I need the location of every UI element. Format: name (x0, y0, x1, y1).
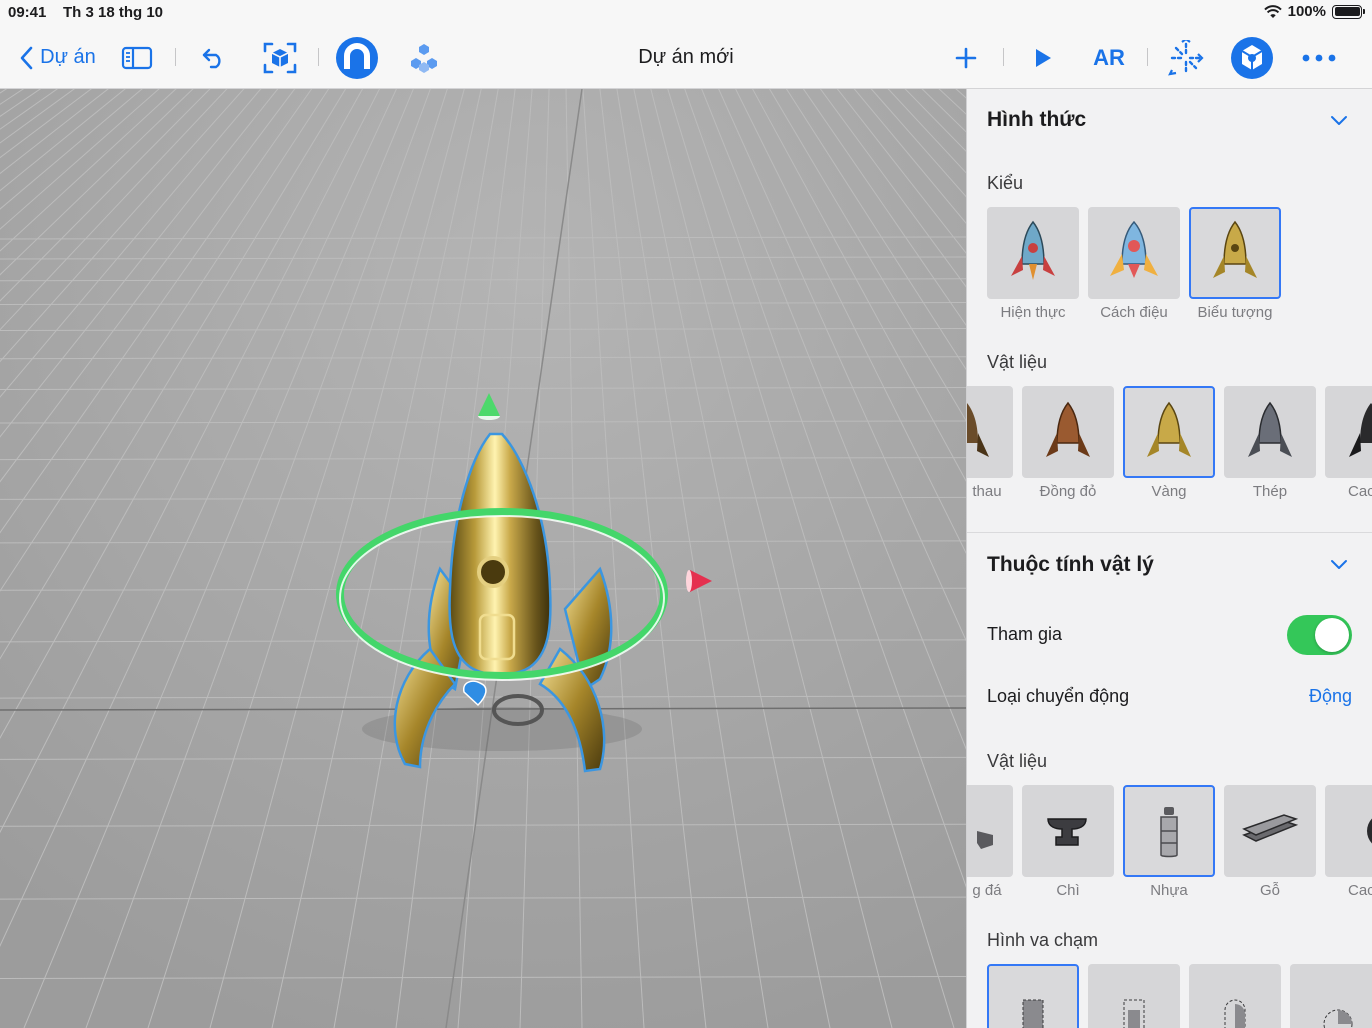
dark-rocket-icon (1349, 403, 1372, 457)
frame-object-button[interactable] (258, 26, 302, 89)
collision-shape-box-tile[interactable] (987, 964, 1079, 1028)
project-title: Dự án mới (638, 46, 734, 68)
section-divider (967, 532, 1372, 533)
scene-viewport[interactable] (0, 89, 966, 1028)
status-date: Th 3 18 thg 10 (63, 4, 164, 21)
capsule-collision-icon (1123, 999, 1145, 1028)
scene-canvas[interactable] (0, 89, 966, 1028)
chevron-left-icon (20, 46, 33, 69)
collision-shape-sphere-tile[interactable] (1290, 964, 1372, 1028)
magnet-icon (336, 36, 378, 79)
anvil-icon (1047, 818, 1087, 846)
collision-shape-label: Hình va chạm (987, 930, 1099, 950)
copper-rocket-icon (1046, 401, 1090, 457)
plus-icon (955, 47, 977, 68)
toolbar-separator (318, 48, 319, 66)
inspector-panel: Hình thức Kiểu Hiện thực Cách điệu Biểu … (966, 89, 1372, 1028)
physics-material-wood-tile[interactable] (1224, 785, 1316, 877)
wood-planks-icon (1242, 814, 1299, 842)
box-collision-icon (1022, 999, 1044, 1028)
object-settings-icon (1231, 36, 1273, 79)
gold-rocket-icon (1213, 220, 1257, 278)
more-button[interactable] (1296, 26, 1342, 89)
style-caption: Hiện thực (1000, 304, 1066, 321)
physics-material-caption: Gỗ (1259, 882, 1280, 899)
play-icon (1036, 48, 1051, 67)
appearance-section-title: Hình thức (987, 108, 1087, 131)
material-caption: Cac (1348, 483, 1372, 500)
move-axes-icon (1168, 39, 1204, 75)
physics-material-label: Vật liệu (987, 751, 1048, 771)
undo-icon (202, 48, 221, 68)
collision-shape-cylinder-tile[interactable] (1189, 964, 1281, 1028)
participates-toggle[interactable] (1287, 615, 1352, 655)
physics-material-rubber-tile[interactable] (1325, 785, 1372, 877)
frame-cube-icon (263, 42, 297, 73)
battery-percent: 100% (1287, 3, 1326, 20)
physics-material-plastic-tile[interactable] (1123, 785, 1215, 877)
inspector-button[interactable] (1228, 26, 1276, 89)
status-right: 100% (1263, 3, 1365, 20)
transform-gizmo-button[interactable] (1164, 26, 1208, 89)
style-caption: Cách điệu (1100, 304, 1168, 321)
ar-button[interactable]: AR (1084, 26, 1134, 89)
gold-rocket-icon (1147, 401, 1191, 457)
battery-icon (1332, 4, 1365, 19)
chevron-down-icon[interactable] (1330, 111, 1348, 129)
plastic-bottle-icon (1160, 807, 1178, 858)
style-realistic-tile[interactable] (987, 207, 1079, 299)
style-iconic-tile[interactable] (1189, 207, 1281, 299)
style-caption: Biểu tượng (1197, 304, 1273, 321)
participates-label: Tham gia (987, 624, 1063, 644)
motion-type-value[interactable]: Động (1309, 686, 1352, 707)
physics-section-title: Thuộc tính vật lý (987, 553, 1154, 576)
sphere-collision-icon (1323, 1009, 1353, 1028)
toolbar-separator (1003, 48, 1004, 66)
material-steel-tile[interactable] (1224, 386, 1316, 478)
material-label: Vật liệu (987, 352, 1048, 372)
cylinder-collision-icon (1224, 999, 1246, 1028)
more-icon (1302, 54, 1336, 61)
physics-material-caption: Nhựa (1150, 882, 1188, 899)
physics-material-caption: Chì (1056, 882, 1080, 899)
undo-button[interactable] (194, 26, 234, 89)
wifi-icon (1263, 4, 1282, 18)
material-gold-tile[interactable] (1123, 386, 1215, 478)
physics-objects-button[interactable] (404, 26, 444, 89)
motion-type-label: Loại chuyển động (987, 686, 1130, 706)
stone-icon (977, 831, 993, 849)
play-button[interactable] (1024, 26, 1062, 89)
material-caption: Vàng (1151, 483, 1187, 500)
toggle-knob (1315, 618, 1349, 652)
falling-cubes-icon (411, 43, 437, 73)
toolbar-separator (175, 48, 176, 66)
toolbar: Dự án Dự án mới AR (0, 26, 1372, 89)
chevron-down-icon[interactable] (1330, 555, 1348, 573)
material-caption: Đồng đỏ (1039, 483, 1097, 500)
status-bar: 09:41 Th 3 18 thg 10 100% (0, 0, 1372, 26)
tire-icon (1367, 818, 1372, 844)
material-caption: Thép (1252, 483, 1288, 500)
snap-magnet-button[interactable] (334, 26, 380, 89)
toolbar-separator (1147, 48, 1148, 66)
back-button[interactable]: Dự án (12, 26, 104, 89)
add-button[interactable] (948, 26, 984, 89)
realistic-rocket-icon (1011, 220, 1055, 280)
material-other-tile[interactable] (1325, 386, 1372, 478)
steel-rocket-icon (1248, 401, 1292, 457)
physics-material-lead-tile[interactable] (1022, 785, 1114, 877)
sidebar-toggle-button[interactable] (116, 26, 158, 89)
physics-material-caption: Cac (1348, 882, 1372, 899)
brass-rocket-icon (967, 403, 989, 457)
style-stylized-tile[interactable] (1088, 207, 1180, 299)
collision-shape-capsule-tile[interactable] (1088, 964, 1180, 1028)
back-label: Dự án (40, 46, 96, 68)
physics-material-stone-tile[interactable] (967, 785, 1013, 877)
status-time: 09:41 (8, 4, 47, 21)
sidebar-icon (121, 46, 153, 69)
stylized-rocket-icon (1110, 220, 1158, 278)
material-brass-tile[interactable] (967, 386, 1013, 478)
style-label: Kiểu (987, 173, 1024, 193)
material-copper-tile[interactable] (1022, 386, 1114, 478)
